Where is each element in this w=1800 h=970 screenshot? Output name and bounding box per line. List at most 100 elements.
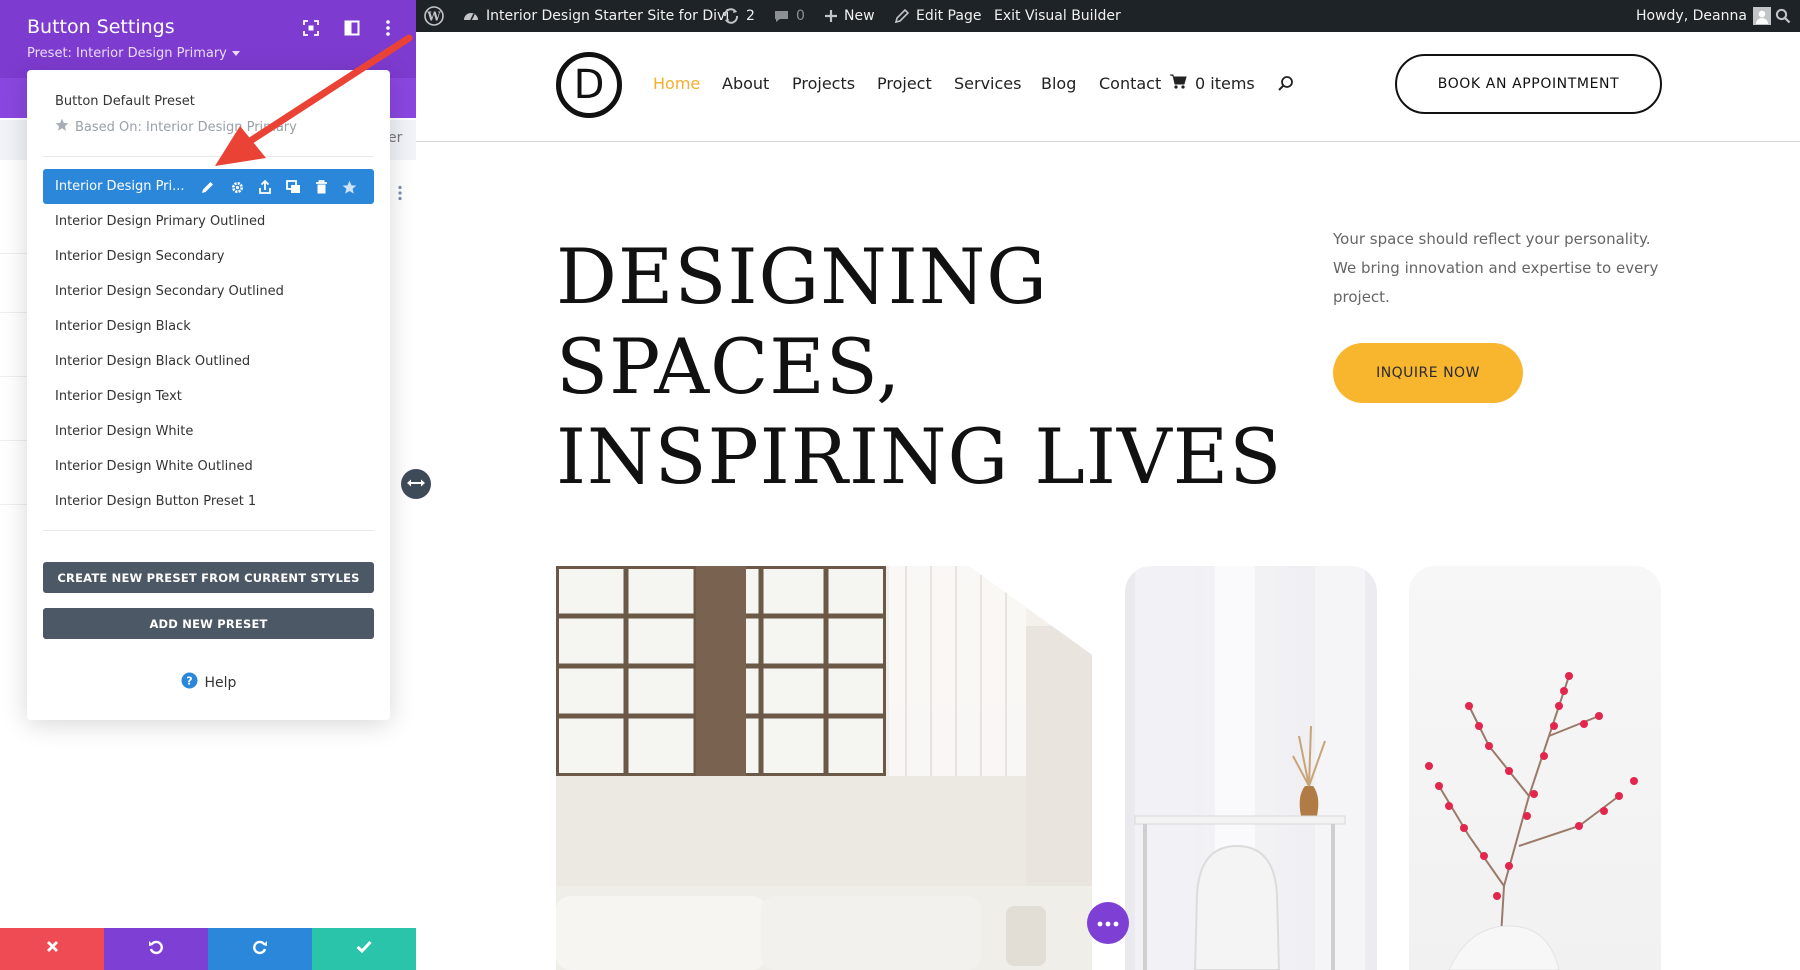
- create-preset-from-styles-button[interactable]: CREATE NEW PRESET FROM CURRENT STYLES: [43, 562, 374, 593]
- edit-page-link[interactable]: Edit Page: [894, 0, 981, 32]
- split-view-icon[interactable]: [342, 18, 362, 38]
- comments-count: 0: [796, 8, 805, 24]
- resize-arrows-icon: [406, 475, 426, 493]
- close-icon: [46, 940, 59, 958]
- redo-icon: [252, 939, 268, 960]
- edit-page-label: Edit Page: [916, 8, 981, 24]
- plus-icon: [824, 9, 838, 23]
- nav-blog[interactable]: Blog: [1041, 74, 1076, 93]
- user-account-link[interactable]: Howdy, Deanna: [1636, 0, 1771, 32]
- greeting: Howdy, Deanna: [1636, 8, 1747, 24]
- inquire-now-button[interactable]: INQUIRE NOW: [1333, 343, 1523, 403]
- site-logo[interactable]: D: [556, 52, 622, 118]
- preset-item-white-outlined[interactable]: Interior Design White Outlined: [55, 459, 253, 474]
- site-search-icon[interactable]: [1277, 75, 1295, 97]
- search-icon[interactable]: [1775, 0, 1791, 32]
- preset-item-white[interactable]: Interior Design White: [55, 424, 193, 439]
- panel-header: Button Settings Preset: Interior Design …: [0, 0, 416, 78]
- book-appointment-button[interactable]: BOOK AN APPOINTMENT: [1395, 54, 1662, 114]
- default-preset-item[interactable]: Button Default Preset: [55, 94, 195, 109]
- help-icon: ?: [181, 672, 198, 693]
- undo-icon: [148, 939, 164, 960]
- cart-link[interactable]: 0 items: [1170, 74, 1255, 93]
- logo-letter: D: [574, 62, 605, 108]
- star-icon: [55, 118, 69, 136]
- hero-line-3: INSPIRING LIVES: [556, 412, 1282, 502]
- check-icon: [356, 940, 372, 958]
- nav-home[interactable]: Home: [653, 74, 700, 93]
- panel-row-options-icon[interactable]: [396, 185, 404, 201]
- svg-text:?: ?: [186, 675, 192, 688]
- preset-item-black[interactable]: Interior Design Black: [55, 319, 191, 334]
- preset-item-primary-outlined[interactable]: Interior Design Primary Outlined: [55, 214, 265, 229]
- preset-dropdown: Button Default Preset Based On: Interior…: [27, 70, 390, 720]
- based-on-label: Based On: Interior Design Primary: [75, 120, 297, 135]
- comments-link[interactable]: 0: [773, 0, 805, 32]
- exit-visual-builder-link[interactable]: Exit Visual Builder: [994, 0, 1121, 32]
- expand-icon[interactable]: [301, 18, 321, 38]
- preset-item-secondary[interactable]: Interior Design Secondary: [55, 249, 224, 264]
- updates-link[interactable]: 2: [722, 0, 755, 32]
- default-star-icon[interactable]: [339, 177, 359, 197]
- panel-action-bar: [0, 928, 416, 970]
- active-preset-item[interactable]: Interior Design Pri...: [43, 169, 374, 204]
- image-red-berry-branch: [1409, 566, 1661, 970]
- nav-services[interactable]: Services: [954, 74, 1021, 93]
- preset-item-button-preset-1[interactable]: Interior Design Button Preset 1: [55, 494, 256, 509]
- preset-item-secondary-outlined[interactable]: Interior Design Secondary Outlined: [55, 284, 284, 299]
- nav-projects[interactable]: Projects: [792, 74, 855, 93]
- dashboard-icon: [462, 7, 480, 25]
- svg-text:W: W: [426, 10, 441, 24]
- export-preset-icon[interactable]: [255, 177, 275, 197]
- save-button[interactable]: [312, 928, 416, 970]
- preset-settings-icon[interactable]: [227, 177, 247, 197]
- delete-preset-icon[interactable]: [311, 177, 331, 197]
- cancel-button[interactable]: [0, 928, 104, 970]
- admin-site-link[interactable]: Interior Design Starter Site for Divi: [462, 0, 729, 32]
- nav-about[interactable]: About: [722, 74, 769, 93]
- new-content-link[interactable]: New: [824, 0, 875, 32]
- panel-resize-handle[interactable]: [401, 469, 431, 499]
- nav-project[interactable]: Project: [877, 74, 932, 93]
- more-options-icon[interactable]: [378, 18, 398, 38]
- wordpress-logo-icon[interactable]: W: [424, 0, 444, 32]
- preset-item-text[interactable]: Interior Design Text: [55, 389, 182, 404]
- preset-selector[interactable]: Preset: Interior Design Primary: [27, 46, 240, 61]
- exit-builder-label: Exit Visual Builder: [994, 8, 1121, 24]
- refresh-icon: [722, 7, 740, 25]
- undo-button[interactable]: [104, 928, 208, 970]
- duplicate-preset-icon[interactable]: [283, 177, 303, 197]
- comment-icon: [773, 8, 790, 25]
- hero-image-living-room: [556, 566, 1092, 970]
- panel-title: Button Settings: [27, 16, 175, 38]
- hero-line-1: DESIGNING: [556, 232, 1282, 322]
- preset-item-black-outlined[interactable]: Interior Design Black Outlined: [55, 354, 250, 369]
- dropdown-divider: [43, 156, 374, 157]
- redo-button[interactable]: [208, 928, 312, 970]
- settings-panel: Button Settings Preset: Interior Design …: [0, 0, 416, 970]
- help-link[interactable]: ? Help: [27, 672, 390, 693]
- nav-contact[interactable]: Contact: [1099, 74, 1161, 93]
- hero-description: Your space should reflect your personali…: [1333, 225, 1673, 312]
- caret-down-icon: [232, 46, 240, 61]
- cart-label: 0 items: [1195, 74, 1255, 93]
- avatar: [1753, 7, 1771, 25]
- image-chair-table: [1125, 566, 1377, 970]
- based-on-text: Based On: Interior Design Primary: [55, 118, 297, 136]
- pencil-icon: [894, 8, 910, 24]
- site-name: Interior Design Starter Site for Divi: [486, 8, 729, 24]
- help-label: Help: [205, 675, 237, 691]
- edit-preset-icon[interactable]: [198, 177, 218, 197]
- page-settings-fab[interactable]: [1087, 902, 1129, 944]
- dropdown-divider: [43, 530, 374, 531]
- cart-icon: [1170, 74, 1187, 93]
- hero-heading: DESIGNING SPACES, INSPIRING LIVES: [556, 232, 1282, 502]
- active-preset-name: Interior Design Pri...: [55, 179, 185, 194]
- updates-count: 2: [746, 8, 755, 24]
- hero-line-2: SPACES,: [556, 322, 1282, 412]
- tab-fragment: er: [388, 130, 402, 146]
- new-label: New: [844, 8, 875, 24]
- more-dots-icon: [1097, 914, 1119, 932]
- add-new-preset-button[interactable]: ADD NEW PRESET: [43, 608, 374, 639]
- site-header: D Home About Projects Project Services B…: [416, 32, 1800, 142]
